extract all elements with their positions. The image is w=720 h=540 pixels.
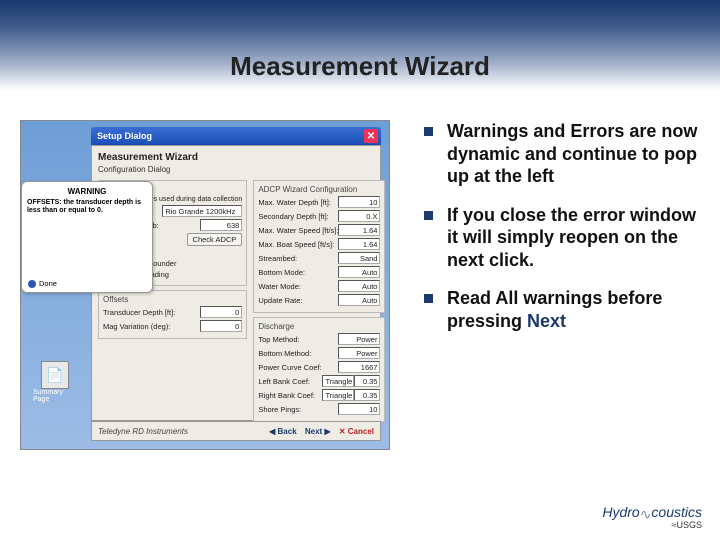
shore-pings-input[interactable]: 10 <box>338 403 380 415</box>
power-coef-input[interactable]: 1667 <box>338 361 380 373</box>
max-bspeed-input[interactable]: 1.64 <box>338 238 380 250</box>
title-band: Measurement Wizard <box>0 0 720 90</box>
mag-var-input[interactable]: 0 <box>200 320 242 332</box>
trans-depth-input[interactable]: 0 <box>200 306 242 318</box>
adcp-wizard-group: ADCP Wizard Configuration Max. Water Dep… <box>253 180 385 313</box>
check-adcp-button[interactable]: Check ADCP <box>187 233 243 246</box>
adcp-wizard-title: ADCP Wizard Configuration <box>258 185 380 194</box>
done-button[interactable]: Done <box>28 279 57 288</box>
screenshot-column: Setup Dialog ✕ Measurement Wizard Config… <box>20 120 400 450</box>
next-button[interactable]: Next ▶ <box>305 427 331 436</box>
bottom-method-select[interactable]: Power <box>338 347 380 359</box>
app-screenshot: Setup Dialog ✕ Measurement Wizard Config… <box>20 120 390 450</box>
discharge-group: Discharge Top Method:Power Bottom Method… <box>253 317 385 422</box>
offsets-group-title: Offsets <box>103 295 242 304</box>
offsets-group: Offsets Transducer Depth [ft]:0 Mag Vari… <box>98 290 247 339</box>
summary-icon: 📄 <box>41 361 69 389</box>
bullet-list: Warnings and Errors are now dynamic and … <box>424 120 700 332</box>
warning-popup: WARNING OFFSETS: the transducer depth is… <box>21 181 153 293</box>
adcp-select[interactable]: Rio Grande 1200kHz <box>162 205 242 217</box>
bullet-column: Warnings and Errors are now dynamic and … <box>400 120 700 450</box>
streambed-select[interactable]: Sand <box>338 252 380 264</box>
bullet-icon <box>424 127 433 136</box>
footer-brand: Teledyne RD Instruments <box>98 427 188 436</box>
left-bank-input[interactable]: 0.35 <box>354 375 380 387</box>
bullet-3: Read All warnings before pressing Next <box>424 287 700 332</box>
usgs-mark: ≈USGS <box>602 521 702 530</box>
bullet-1: Warnings and Errors are now dynamic and … <box>424 120 700 188</box>
slide-content: Setup Dialog ✕ Measurement Wizard Config… <box>0 90 720 450</box>
footer-logo: Hydro∿coustics ≈USGS <box>602 505 702 530</box>
warning-message: OFFSETS: the transducer depth is less th… <box>27 199 147 216</box>
bullet-2: If you close the error window it will si… <box>424 204 700 272</box>
warning-title: WARNING <box>27 187 147 196</box>
cancel-button[interactable]: ✕ Cancel <box>339 427 374 436</box>
summary-page-shortcut[interactable]: 📄 Summary Page <box>33 361 77 413</box>
next-keyword: Next <box>527 311 566 331</box>
wizard-footer: Teledyne RD Instruments ◀ Back Next ▶ ✕ … <box>91 421 381 441</box>
right-bank-input[interactable]: 0.35 <box>354 389 380 401</box>
water-mode-select[interactable]: Auto <box>338 280 380 292</box>
serial-input[interactable]: 638 <box>200 219 242 231</box>
done-dot-icon <box>28 280 36 288</box>
update-rate-select[interactable]: Auto <box>338 294 380 306</box>
discharge-title: Discharge <box>258 322 380 331</box>
wave-icon: ∿ <box>640 507 652 521</box>
max-wspeed-input[interactable]: 1.64 <box>338 224 380 236</box>
close-icon[interactable]: ✕ <box>364 129 378 143</box>
back-button[interactable]: ◀ Back <box>269 427 297 436</box>
bottom-mode-select[interactable]: Auto <box>338 266 380 278</box>
slide-title: Measurement Wizard <box>230 51 490 82</box>
panel-subtitle: Configuration Dialog <box>98 165 374 174</box>
bullet-icon <box>424 211 433 220</box>
window-titlebar: Setup Dialog ✕ <box>91 127 381 145</box>
panel-title: Measurement Wizard <box>98 152 374 163</box>
sec-depth-input[interactable]: 0.X <box>338 210 380 222</box>
window-title-text: Setup Dialog <box>97 131 152 141</box>
max-depth-input[interactable]: 10 <box>338 196 380 208</box>
bullet-icon <box>424 294 433 303</box>
top-method-select[interactable]: Power <box>338 333 380 345</box>
